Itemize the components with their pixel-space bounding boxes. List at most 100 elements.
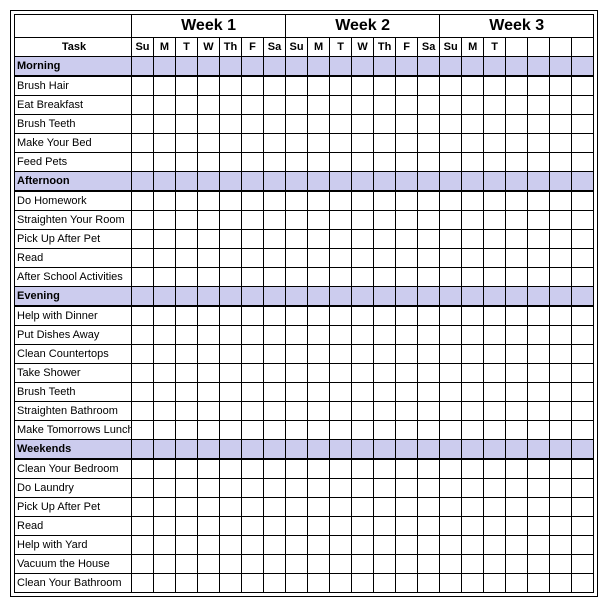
chore-cell[interactable] xyxy=(308,134,330,153)
chore-cell[interactable] xyxy=(308,459,330,479)
chore-cell[interactable] xyxy=(330,345,352,364)
chore-cell[interactable] xyxy=(440,76,462,96)
chore-cell[interactable] xyxy=(396,421,418,440)
chore-cell[interactable] xyxy=(198,459,220,479)
chore-cell[interactable] xyxy=(176,574,198,593)
chore-cell[interactable] xyxy=(330,153,352,172)
chore-cell[interactable] xyxy=(264,326,286,345)
chore-cell[interactable] xyxy=(418,134,440,153)
chore-cell[interactable] xyxy=(154,555,176,574)
chore-cell[interactable] xyxy=(374,76,396,96)
chore-cell[interactable] xyxy=(440,211,462,230)
chore-cell[interactable] xyxy=(374,306,396,326)
chore-cell[interactable] xyxy=(220,421,242,440)
chore-cell[interactable] xyxy=(506,383,528,402)
chore-cell[interactable] xyxy=(176,517,198,536)
chore-cell[interactable] xyxy=(220,306,242,326)
chore-cell[interactable] xyxy=(440,498,462,517)
chore-cell[interactable] xyxy=(418,306,440,326)
chore-cell[interactable] xyxy=(132,249,154,268)
chore-cell[interactable] xyxy=(264,134,286,153)
chore-cell[interactable] xyxy=(176,402,198,421)
chore-cell[interactable] xyxy=(132,211,154,230)
chore-cell[interactable] xyxy=(396,76,418,96)
chore-cell[interactable] xyxy=(242,555,264,574)
chore-cell[interactable] xyxy=(418,498,440,517)
chore-cell[interactable] xyxy=(286,76,308,96)
chore-cell[interactable] xyxy=(352,574,374,593)
chore-cell[interactable] xyxy=(220,115,242,134)
chore-cell[interactable] xyxy=(264,364,286,383)
chore-cell[interactable] xyxy=(550,268,572,287)
chore-cell[interactable] xyxy=(242,306,264,326)
chore-cell[interactable] xyxy=(550,230,572,249)
chore-cell[interactable] xyxy=(286,402,308,421)
chore-cell[interactable] xyxy=(572,517,594,536)
chore-cell[interactable] xyxy=(484,479,506,498)
chore-cell[interactable] xyxy=(374,268,396,287)
chore-cell[interactable] xyxy=(176,153,198,172)
chore-cell[interactable] xyxy=(242,191,264,211)
chore-cell[interactable] xyxy=(308,211,330,230)
chore-cell[interactable] xyxy=(440,326,462,345)
chore-cell[interactable] xyxy=(286,479,308,498)
chore-cell[interactable] xyxy=(572,153,594,172)
chore-cell[interactable] xyxy=(308,364,330,383)
chore-cell[interactable] xyxy=(154,498,176,517)
chore-cell[interactable] xyxy=(440,364,462,383)
chore-cell[interactable] xyxy=(374,134,396,153)
chore-cell[interactable] xyxy=(132,268,154,287)
chore-cell[interactable] xyxy=(352,402,374,421)
chore-cell[interactable] xyxy=(198,115,220,134)
chore-cell[interactable] xyxy=(176,268,198,287)
chore-cell[interactable] xyxy=(132,421,154,440)
chore-cell[interactable] xyxy=(330,574,352,593)
chore-cell[interactable] xyxy=(154,153,176,172)
chore-cell[interactable] xyxy=(572,459,594,479)
chore-cell[interactable] xyxy=(330,517,352,536)
chore-cell[interactable] xyxy=(550,364,572,383)
chore-cell[interactable] xyxy=(396,134,418,153)
chore-cell[interactable] xyxy=(418,555,440,574)
chore-cell[interactable] xyxy=(242,383,264,402)
chore-cell[interactable] xyxy=(484,230,506,249)
chore-cell[interactable] xyxy=(264,76,286,96)
chore-cell[interactable] xyxy=(132,96,154,115)
chore-cell[interactable] xyxy=(220,555,242,574)
chore-cell[interactable] xyxy=(374,211,396,230)
chore-cell[interactable] xyxy=(418,268,440,287)
chore-cell[interactable] xyxy=(374,230,396,249)
chore-cell[interactable] xyxy=(528,345,550,364)
chore-cell[interactable] xyxy=(374,96,396,115)
chore-cell[interactable] xyxy=(440,555,462,574)
chore-cell[interactable] xyxy=(418,421,440,440)
chore-cell[interactable] xyxy=(198,96,220,115)
chore-cell[interactable] xyxy=(176,383,198,402)
chore-cell[interactable] xyxy=(176,230,198,249)
chore-cell[interactable] xyxy=(572,383,594,402)
chore-cell[interactable] xyxy=(440,134,462,153)
chore-cell[interactable] xyxy=(220,402,242,421)
chore-cell[interactable] xyxy=(242,211,264,230)
chore-cell[interactable] xyxy=(528,364,550,383)
chore-cell[interactable] xyxy=(330,459,352,479)
chore-cell[interactable] xyxy=(550,345,572,364)
chore-cell[interactable] xyxy=(484,574,506,593)
chore-cell[interactable] xyxy=(132,326,154,345)
chore-cell[interactable] xyxy=(572,364,594,383)
chore-cell[interactable] xyxy=(506,211,528,230)
chore-cell[interactable] xyxy=(220,134,242,153)
chore-cell[interactable] xyxy=(198,268,220,287)
chore-cell[interactable] xyxy=(220,76,242,96)
chore-cell[interactable] xyxy=(550,115,572,134)
chore-cell[interactable] xyxy=(462,76,484,96)
chore-cell[interactable] xyxy=(286,268,308,287)
chore-cell[interactable] xyxy=(264,115,286,134)
chore-cell[interactable] xyxy=(286,326,308,345)
chore-cell[interactable] xyxy=(176,134,198,153)
chore-cell[interactable] xyxy=(286,134,308,153)
chore-cell[interactable] xyxy=(374,115,396,134)
chore-cell[interactable] xyxy=(550,459,572,479)
chore-cell[interactable] xyxy=(374,191,396,211)
chore-cell[interactable] xyxy=(264,383,286,402)
